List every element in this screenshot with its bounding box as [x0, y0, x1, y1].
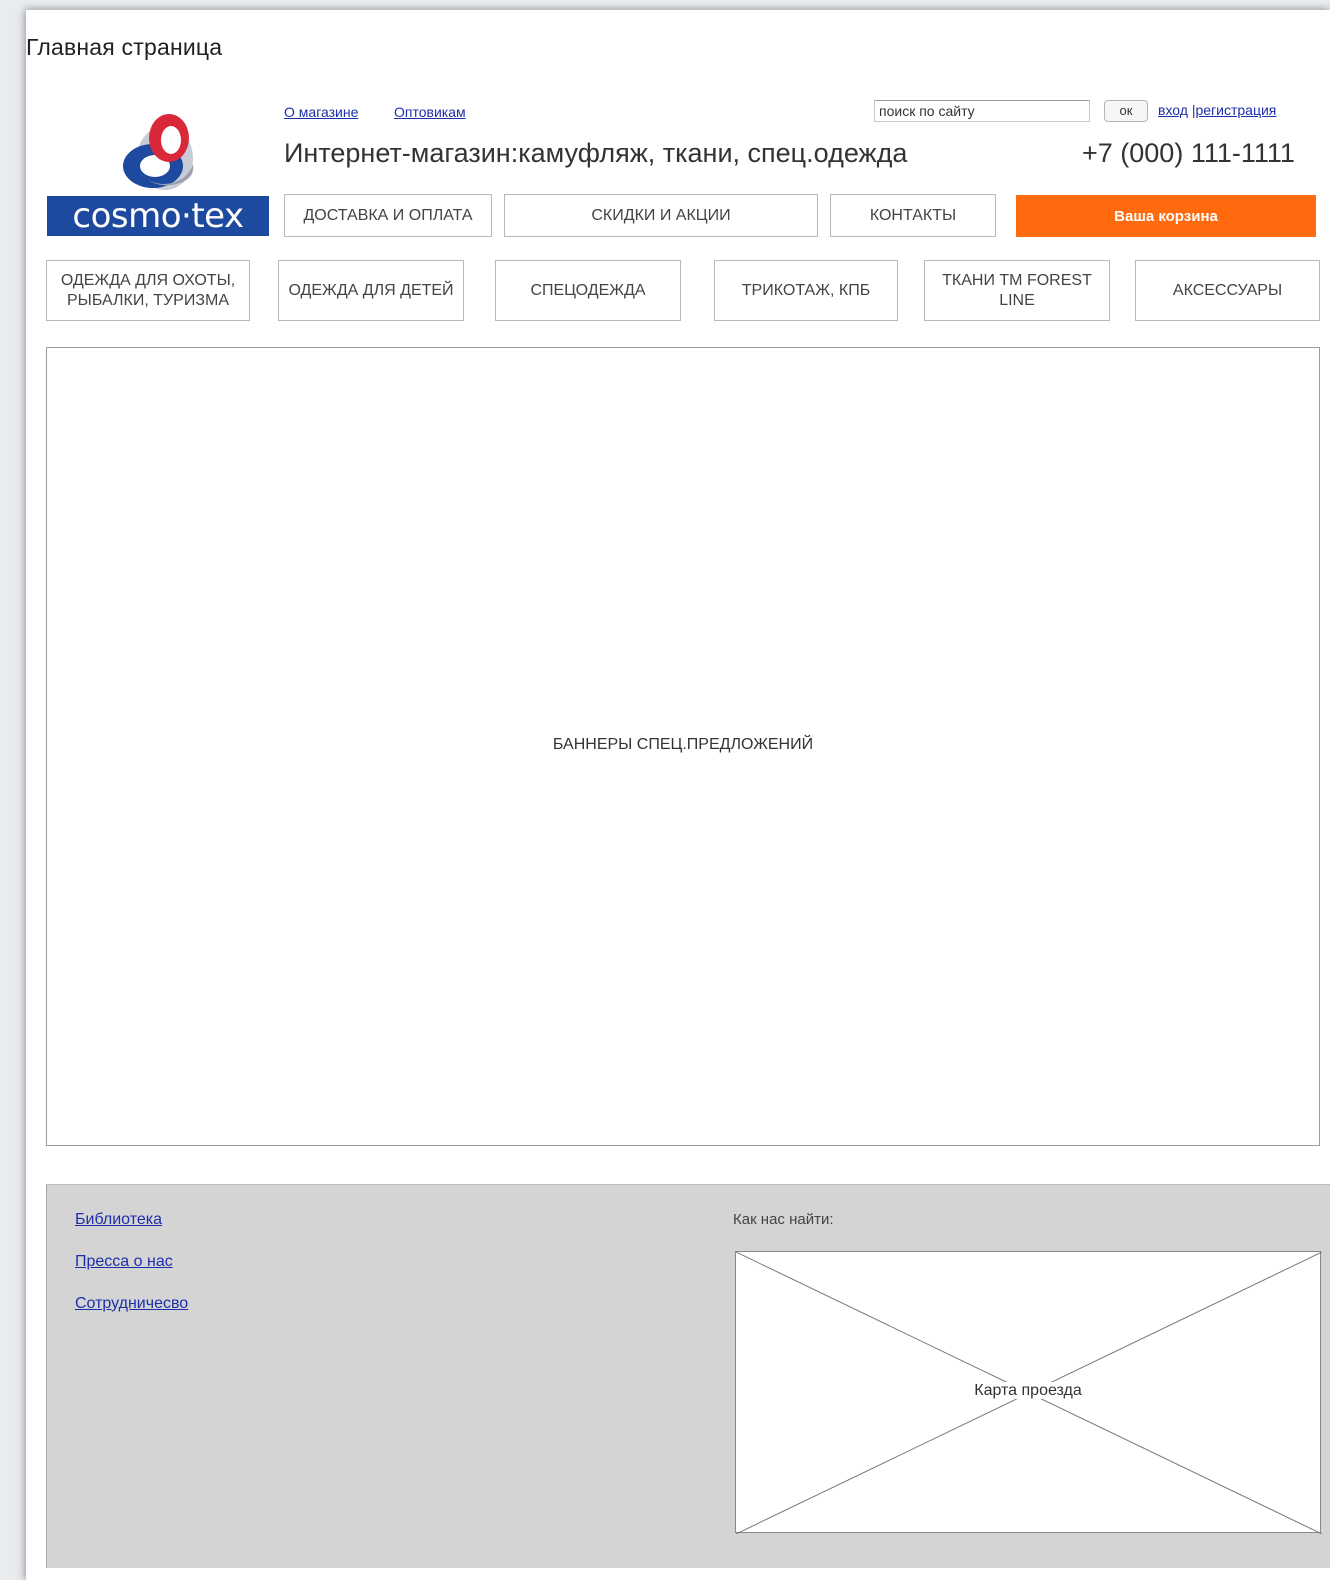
category-fabrics[interactable]: ТКАНИ ТМ FOREST LINE	[924, 260, 1110, 321]
map-label-text: Карта проезда	[968, 1382, 1088, 1399]
page-title: Главная страница	[26, 34, 223, 60]
category-workwear[interactable]: СПЕЦОДЕЖДА	[495, 260, 681, 321]
map-placeholder[interactable]: Карта проезда	[735, 1251, 1322, 1534]
register-link[interactable]: регистрация	[1195, 102, 1276, 118]
footer-link-press[interactable]: Пресса о нас	[75, 1253, 173, 1271]
nav-discounts[interactable]: СКИДКИ И АКЦИИ	[504, 194, 818, 237]
map-label: Карта проезда	[736, 1382, 1320, 1400]
phone-number: +7 (000) 111-1111	[1082, 138, 1295, 168]
logo-wordmark: cosmo·tex	[47, 196, 269, 236]
banner-label: БАННЕРЫ СПЕЦ.ПРЕДЛОЖЕНИЙ	[552, 736, 814, 753]
category-accessories[interactable]: АКСЕССУАРЫ	[1135, 260, 1320, 321]
site-tagline: Интернет-магазин:камуфляж, ткани, спец.о…	[284, 138, 908, 168]
link-about-store[interactable]: О магазине	[284, 104, 358, 120]
login-link[interactable]: вход	[1158, 102, 1188, 118]
nav-delivery-payment[interactable]: ДОСТАВКА И ОПЛАТА	[284, 194, 492, 237]
nav-contacts[interactable]: КОНТАКТЫ	[830, 194, 996, 237]
logo-emblem-icon	[123, 114, 194, 190]
category-kids[interactable]: ОДЕЖДА ДЛЯ ДЕТЕЙ	[278, 260, 464, 321]
special-offers-banner[interactable]: БАННЕРЫ СПЕЦ.ПРЕДЛОЖЕНИЙ	[46, 347, 1320, 1146]
footer-link-cooperation[interactable]: Сотрудничесво	[75, 1295, 188, 1313]
cart-button[interactable]: Ваша корзина	[1016, 195, 1316, 237]
search-input[interactable]	[874, 100, 1090, 122]
category-hunting-fishing[interactable]: ОДЕЖДА ДЛЯ ОХОТЫ, РЫБАЛКИ, ТУРИЗМА	[46, 260, 250, 321]
search-ok-button[interactable]: ок	[1104, 100, 1148, 122]
auth-links: вход |регистрация	[1158, 102, 1276, 118]
link-wholesale[interactable]: Оптовикам	[394, 104, 466, 120]
footer: Библиотека Пресса о нас Сотрудничесво Ка…	[46, 1184, 1330, 1568]
footer-link-library[interactable]: Библиотека	[75, 1211, 162, 1229]
category-knitwear[interactable]: ТРИКОТАЖ, КПБ	[714, 260, 898, 321]
site-logo[interactable]: cosmo·tex	[47, 108, 269, 236]
find-us-label: Как нас найти:	[733, 1211, 834, 1228]
